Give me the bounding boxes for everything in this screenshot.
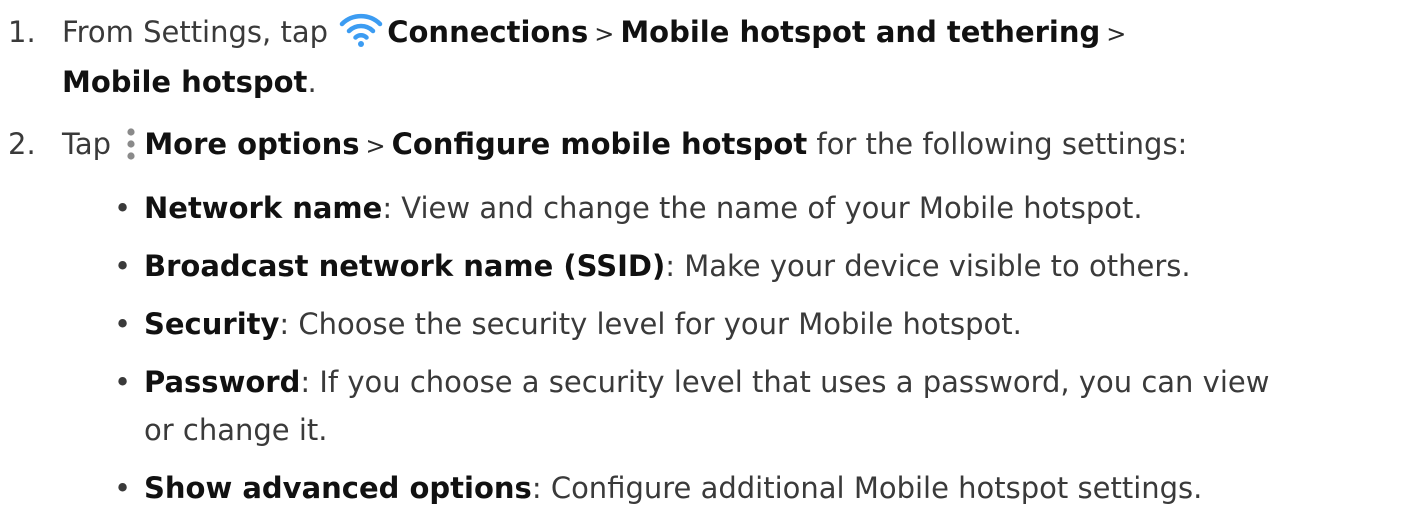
path-configure-mobile-hotspot: Configure mobile hotspot <box>391 127 808 161</box>
setting-description: : View and change the name of your Mobil… <box>382 191 1143 225</box>
setting-description: : Make your device visible to others. <box>665 249 1191 283</box>
setting-term: Show advanced options <box>144 471 532 505</box>
list-item: • Password: If you choose a security leve… <box>114 358 1294 454</box>
bullet-marker: • <box>114 471 132 505</box>
setting-term: Network name <box>144 191 383 225</box>
bullet-marker: • <box>114 249 132 283</box>
path-mobile-hotspot: Mobile hotspot <box>62 65 308 99</box>
path-connections: Connections <box>387 15 589 49</box>
step-2: 2. Tap More options > Configure mobile hots… <box>0 120 1419 170</box>
setting-description: : Choose the security level for your Mob… <box>279 307 1022 341</box>
step-text-end: . <box>307 65 317 99</box>
setting-term: Security <box>144 307 280 341</box>
chevron-right-icon: > <box>365 132 386 160</box>
step-text: From Settings, tap <box>62 15 338 49</box>
more-options-icon <box>127 128 135 160</box>
step-number: 2. <box>8 127 36 161</box>
list-item: • Broadcast network name (SSID): Make you… <box>114 242 1419 290</box>
setting-term: Password <box>144 365 301 399</box>
wifi-icon <box>339 13 383 47</box>
setting-term: Broadcast network name (SSID) <box>144 249 666 283</box>
step-1: 1. From Settings, tap Connections > Mobile … <box>0 8 1419 106</box>
settings-list: • Network name: View and change the name … <box>0 184 1419 512</box>
step-text-end: for the following settings: <box>807 127 1188 161</box>
step-text: Tap <box>62 127 121 161</box>
setting-description: : If you choose a security level that us… <box>144 365 1270 447</box>
list-item: • Network name: View and change the name … <box>114 184 1419 232</box>
bullet-marker: • <box>114 307 132 341</box>
setting-description: : Configure additional Mobile hotspot se… <box>531 471 1203 505</box>
bullet-marker: • <box>114 191 132 225</box>
bullet-marker: • <box>114 365 132 399</box>
list-item: • Show advanced options: Configure additi… <box>114 464 1419 512</box>
instructions: 1. From Settings, tap Connections > Mobile … <box>0 0 1419 505</box>
list-item: • Security: Choose the security level for… <box>114 300 1419 348</box>
path-mobile-hotspot-and-tethering: Mobile hotspot and tethering <box>620 15 1101 49</box>
path-more-options: More options <box>144 127 360 161</box>
chevron-right-icon: > <box>1106 20 1127 48</box>
step-number: 1. <box>8 15 36 49</box>
chevron-right-icon: > <box>594 20 615 48</box>
